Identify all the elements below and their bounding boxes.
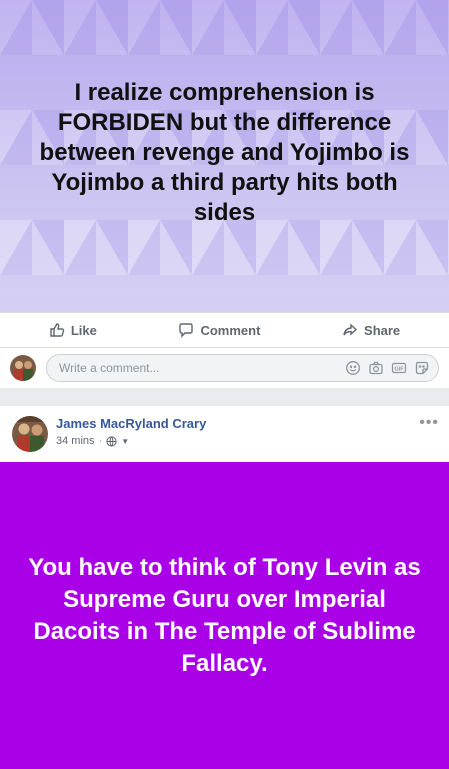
post-header: James MacRyland Crary 34 mins · ▼ ••• <box>0 406 449 462</box>
post-time[interactable]: 34 mins <box>56 435 95 447</box>
post-2-text: You have to think of Tony Levin as Supre… <box>28 553 421 677</box>
comment-icon <box>179 323 194 338</box>
like-label: Like <box>70 322 97 338</box>
post-meta: 34 mins · ▼ <box>56 435 129 447</box>
chevron-down-icon[interactable]: ▼ <box>121 437 129 446</box>
emoji-icon[interactable] <box>345 360 361 376</box>
background-text-card: I realize comprehension is FORBIDEN but … <box>0 0 449 312</box>
sticker-icon[interactable] <box>414 360 430 376</box>
share-label: Share <box>364 322 401 338</box>
write-comment-row: GIF <box>0 348 449 388</box>
post-2: James MacRyland Crary 34 mins · ▼ ••• Yo… <box>0 406 449 769</box>
thumbs-up-icon <box>50 323 65 337</box>
share-icon <box>343 323 358 336</box>
like-button[interactable]: Like <box>49 322 97 338</box>
comment-button[interactable]: Comment <box>178 322 260 338</box>
camera-icon[interactable] <box>368 360 384 376</box>
comment-input[interactable] <box>59 361 345 375</box>
comment-box[interactable]: GIF <box>46 354 439 382</box>
post-1: I realize comprehension is FORBIDEN but … <box>0 0 449 388</box>
avatar[interactable] <box>10 355 36 381</box>
gif-icon[interactable]: GIF <box>391 360 407 376</box>
background-text-card: You have to think of Tony Levin as Supre… <box>0 462 449 769</box>
author-name[interactable]: James MacRyland Crary <box>56 416 206 431</box>
more-options-icon[interactable]: ••• <box>419 414 439 432</box>
author-avatar[interactable] <box>12 416 48 452</box>
svg-text:GIF: GIF <box>394 366 404 372</box>
post-1-action-bar: Like Comment Share <box>0 312 449 348</box>
post-1-text: I realize comprehension is FORBIDEN but … <box>39 79 410 226</box>
globe-icon[interactable] <box>106 435 117 447</box>
share-button[interactable]: Share <box>342 322 400 338</box>
comment-label: Comment <box>200 322 261 338</box>
meta-separator: · <box>98 435 103 447</box>
